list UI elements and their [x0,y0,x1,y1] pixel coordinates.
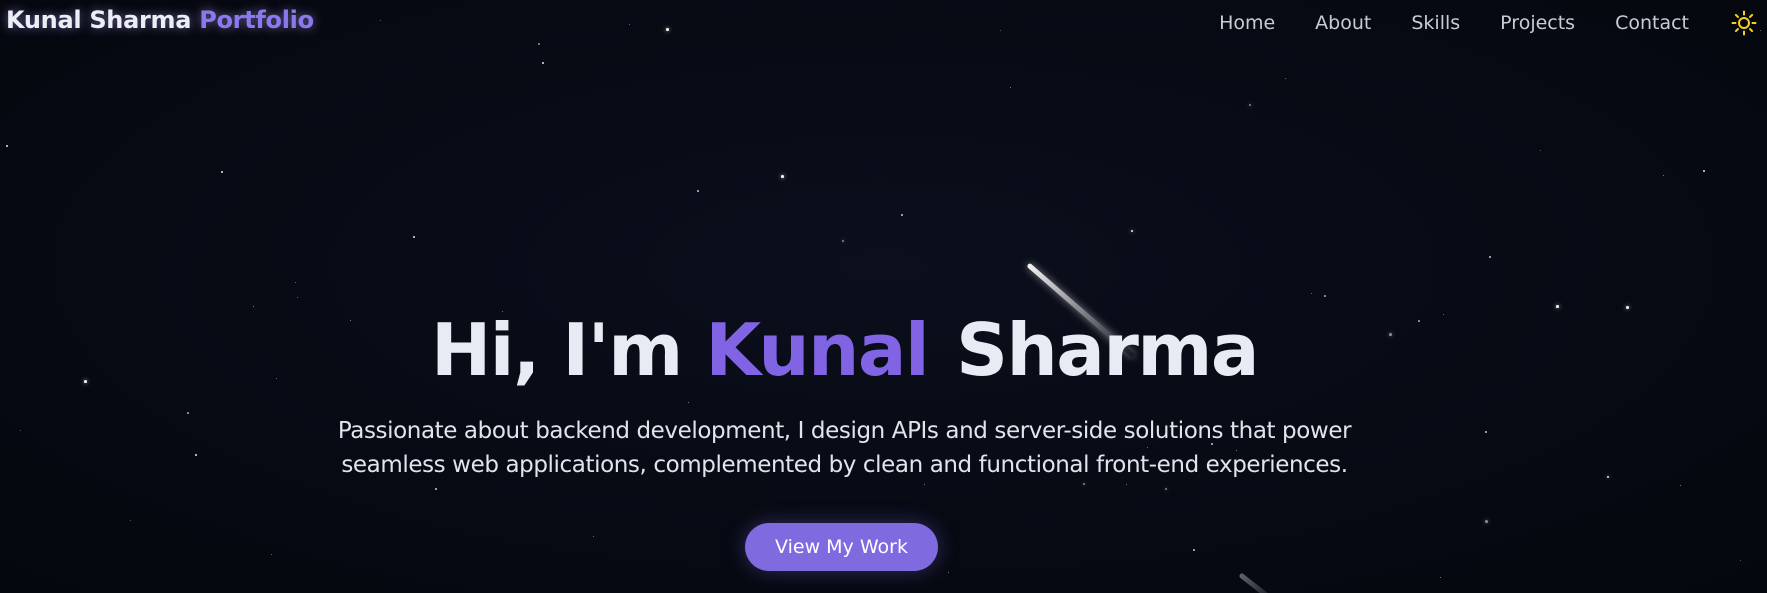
star [1324,295,1326,297]
star [271,554,273,556]
brand-logo[interactable]: Kunal Sharma Portfolio [6,6,314,34]
page: Kunal Sharma Portfolio Home About Skills… [0,0,1767,593]
star [380,20,382,22]
main-nav: Home About Skills Projects Contact [1219,8,1767,38]
star [1680,485,1682,487]
star [6,145,9,148]
nav-about[interactable]: About [1315,12,1371,34]
nav-projects[interactable]: Projects [1500,12,1575,34]
star [1540,150,1542,152]
view-my-work-button[interactable]: View My Work [745,523,938,571]
star [1131,230,1134,233]
star [842,240,845,243]
star [1285,78,1287,80]
star [1311,293,1313,295]
star [1607,476,1610,479]
star [295,282,297,284]
brand-name: Kunal Sharma [6,6,192,34]
star [297,297,299,299]
star [195,454,197,456]
star [435,488,437,490]
star [1249,104,1252,107]
star [1485,520,1488,523]
star [1485,431,1487,433]
star [1083,483,1086,486]
star [1663,175,1665,177]
hero-last-name: Sharma [956,308,1259,392]
star [1740,560,1742,562]
starfield-background [0,0,1767,593]
star [629,24,631,26]
hero-heading: Hi, I'm Kunal Sharma [0,308,1689,392]
star [697,190,699,192]
star [413,236,416,239]
brand-accent: Portfolio [199,6,314,34]
star [666,28,669,31]
star [221,171,223,173]
nav-home[interactable]: Home [1219,12,1275,34]
star [1703,170,1705,172]
star [253,306,255,308]
hero-subtitle: Passionate about backend development, I … [337,418,1352,478]
star [130,520,132,522]
nav-skills[interactable]: Skills [1411,12,1460,34]
shooting-star-faint [1238,572,1274,593]
star [538,43,540,45]
star [187,412,189,414]
star [1000,30,1002,32]
theme-toggle-button[interactable] [1729,8,1759,38]
hero-greeting: Hi, I'm [431,308,683,392]
star [593,536,595,538]
star [1010,87,1012,89]
star [1165,488,1168,491]
star [20,430,22,432]
star [542,62,545,65]
hero-first-name: Kunal [705,308,929,392]
star [1193,549,1195,551]
star [1440,577,1442,579]
star [781,175,784,178]
star [924,484,926,486]
star [901,214,903,216]
nav-contact[interactable]: Contact [1615,12,1689,34]
star [1126,484,1128,486]
sun-icon [1731,10,1757,36]
star [948,572,950,574]
star [688,402,690,404]
star [1489,256,1492,259]
